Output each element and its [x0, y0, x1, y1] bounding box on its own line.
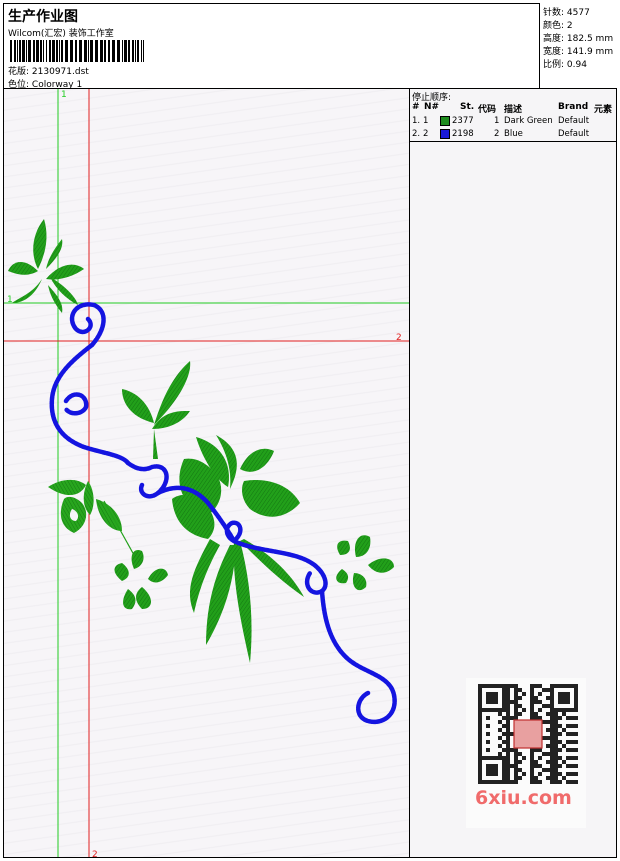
- stat-colors: 颜色: 2: [543, 21, 573, 31]
- col-stitch: St.: [460, 102, 475, 112]
- green-label-top: 1: [61, 90, 67, 100]
- right-flower: [336, 535, 394, 591]
- stat-height: 高度: 182.5 mm: [543, 34, 614, 44]
- stat-ratio: 比例: 0.94: [543, 60, 587, 70]
- left-open-flower: [48, 479, 122, 533]
- red-label-right: 2: [396, 333, 402, 343]
- software-label: Wilcom(汇宏) 装饰工作室: [8, 29, 114, 39]
- col-code: 代码: [478, 105, 497, 115]
- header-panel: 生产作业图 Wilcom(汇宏) 装饰工作室 花版: 2130971.dst 色…: [3, 3, 617, 90]
- barcode: [10, 40, 144, 62]
- top-left-sprig: [8, 219, 84, 313]
- stat-width: 宽度: 141.9 mm: [543, 47, 614, 57]
- design-row: 花版: 2130971.dst: [8, 64, 89, 77]
- color-swatch-blue: [440, 129, 450, 139]
- upper-leaf-cluster: [122, 361, 191, 459]
- design-file: 2130971.dst: [31, 67, 89, 77]
- green-label-left: 1: [7, 295, 13, 305]
- small-clover-left: [114, 549, 168, 610]
- qr-code: [478, 684, 578, 784]
- design-label: 花版:: [8, 67, 30, 77]
- stats-panel: 针数: 4577 颜色: 2 高度: 182.5 mm 宽度: 141.9 mm…: [539, 3, 617, 89]
- col-brand: Brand: [558, 102, 589, 112]
- red-label-bottom: 2: [92, 850, 98, 858]
- col-description: 描述: [504, 105, 523, 115]
- design-canvas: 1 1 2 2: [3, 88, 410, 858]
- stat-stitches: 针数: 4577: [543, 8, 590, 18]
- col-index: #: [412, 102, 420, 112]
- watermark-text: 6xiu.com: [475, 787, 572, 809]
- color-swatch-green: [440, 116, 450, 126]
- embroidery-design: 1 1 2 2: [4, 89, 409, 858]
- page-title: 生产作业图: [8, 9, 78, 25]
- table-divider: [410, 141, 616, 142]
- col-element: 元素: [594, 105, 613, 115]
- col-needle: N#: [424, 102, 440, 112]
- central-bow: [172, 435, 304, 663]
